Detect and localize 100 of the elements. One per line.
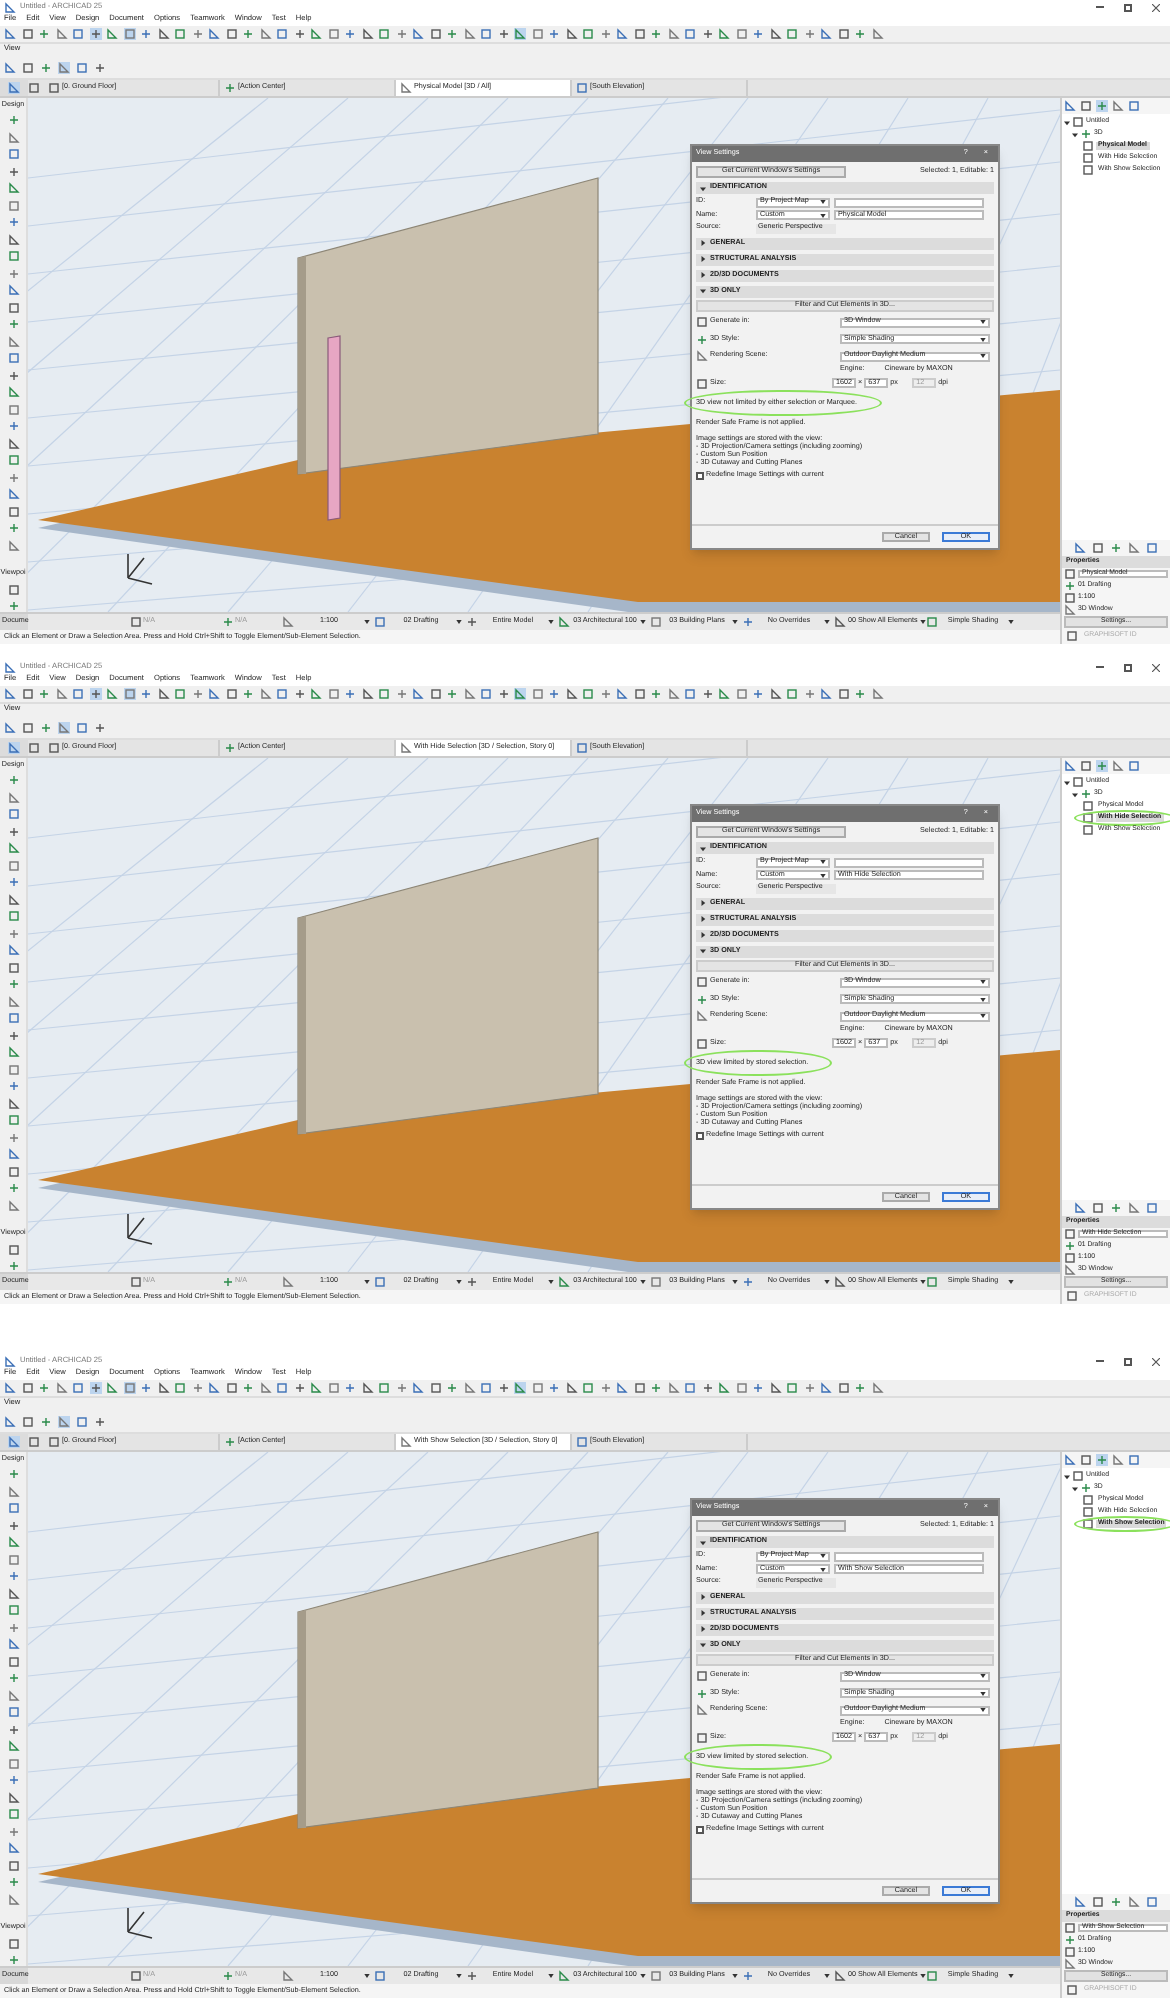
tool-icon[interactable] (531, 1382, 543, 1394)
tool-icon[interactable] (7, 1131, 19, 1144)
tool-icon[interactable] (191, 28, 203, 40)
option-icon[interactable] (834, 616, 846, 628)
tool-icon[interactable] (7, 369, 19, 382)
tool-icon[interactable] (7, 1243, 19, 1255)
tool-icon[interactable] (58, 721, 70, 733)
tool-icon[interactable] (40, 1415, 52, 1427)
tool-icon[interactable] (38, 1382, 50, 1394)
size-icon[interactable] (696, 1037, 708, 1050)
tool-icon[interactable] (7, 1774, 19, 1787)
tool-icon[interactable] (293, 1382, 305, 1394)
tool-icon[interactable] (293, 28, 305, 40)
tool-icon[interactable] (395, 688, 407, 700)
tool-icon[interactable] (446, 1382, 458, 1394)
tool-icon[interactable] (7, 583, 19, 595)
tool-icon[interactable] (7, 1182, 19, 1195)
size-icon[interactable] (696, 377, 708, 390)
option-icon[interactable] (558, 1276, 570, 1288)
tool-icon[interactable] (7, 471, 19, 484)
tool-icon[interactable] (76, 61, 88, 73)
id-input[interactable] (834, 857, 984, 867)
tool-icon[interactable] (7, 1893, 19, 1906)
view-icon[interactable] (400, 1436, 412, 1448)
tool-icon[interactable] (599, 688, 611, 700)
setting-icon[interactable] (696, 1670, 708, 1682)
tool-icon[interactable] (7, 927, 19, 940)
close-icon[interactable] (1152, 663, 1160, 671)
tool-icon[interactable] (752, 688, 764, 700)
tool-icon[interactable] (531, 688, 543, 700)
tool-icon[interactable] (395, 1382, 407, 1394)
tool-icon[interactable] (293, 688, 305, 700)
maximize-icon[interactable] (1124, 663, 1132, 671)
tool-icon[interactable] (89, 28, 101, 40)
tool-icon[interactable] (752, 28, 764, 40)
view-icon[interactable] (48, 742, 60, 754)
tool-icon[interactable] (38, 28, 50, 40)
view-icon[interactable] (400, 742, 412, 754)
view-icon[interactable] (576, 742, 588, 754)
id-input[interactable] (834, 1551, 984, 1561)
tool-icon[interactable] (548, 688, 560, 700)
tool-icon[interactable] (871, 688, 883, 700)
tool-icon[interactable] (344, 688, 356, 700)
tool-icon[interactable] (7, 1029, 19, 1042)
setting-icon[interactable] (696, 1687, 708, 1699)
chevron-down-icon[interactable] (700, 845, 706, 851)
tool-icon[interactable] (1110, 542, 1122, 554)
setting-icon[interactable] (696, 993, 708, 1005)
chevron-down-icon[interactable] (700, 1642, 706, 1648)
tool-icon[interactable] (7, 1937, 19, 1949)
tool-icon[interactable] (7, 1570, 19, 1583)
tool-icon[interactable] (7, 774, 19, 787)
tool-icon[interactable] (7, 216, 19, 229)
tool-icon[interactable] (7, 1260, 19, 1272)
chevron-right-icon[interactable] (700, 932, 706, 938)
chevron-right-icon[interactable] (700, 1610, 706, 1616)
tool-icon[interactable] (7, 1825, 19, 1838)
tool-icon[interactable] (344, 28, 356, 40)
tool-icon[interactable] (89, 688, 101, 700)
maximize-icon[interactable] (1124, 3, 1132, 11)
tool-icon[interactable] (7, 1723, 19, 1736)
tool-icon[interactable] (7, 1080, 19, 1093)
tool-icon[interactable] (7, 114, 19, 127)
tool-icon[interactable] (514, 1382, 526, 1394)
option-icon[interactable] (742, 1276, 754, 1288)
setting-icon[interactable] (696, 316, 708, 328)
option-icon[interactable] (282, 1970, 294, 1982)
tool-icon[interactable] (7, 267, 19, 280)
tool-icon[interactable] (701, 28, 713, 40)
tool-icon[interactable] (76, 721, 88, 733)
tool-icon[interactable] (514, 28, 526, 40)
tool-icon[interactable] (344, 1382, 356, 1394)
option-icon[interactable] (742, 1970, 754, 1982)
tool-icon[interactable] (242, 1382, 254, 1394)
close-icon[interactable] (1152, 1357, 1160, 1365)
tool-icon[interactable] (531, 28, 543, 40)
tool-icon[interactable] (1110, 1896, 1122, 1908)
chevron-right-icon[interactable] (700, 272, 706, 278)
tool-icon[interactable] (7, 420, 19, 433)
tool-icon[interactable] (7, 1519, 19, 1532)
chevron-down-icon[interactable] (700, 185, 706, 191)
tool-icon[interactable] (76, 1415, 88, 1427)
view-icon[interactable] (576, 82, 588, 94)
tool-icon[interactable] (38, 688, 50, 700)
tool-icon[interactable] (871, 1382, 883, 1394)
tool-icon[interactable] (701, 688, 713, 700)
checkbox[interactable] (696, 1826, 704, 1835)
tool-icon[interactable] (7, 1672, 19, 1685)
tool-icon[interactable] (140, 688, 152, 700)
view-icon[interactable] (576, 1436, 588, 1448)
option-icon[interactable] (558, 1970, 570, 1982)
tool-icon[interactable] (94, 1415, 106, 1427)
setting-icon[interactable] (696, 976, 708, 988)
app-icon[interactable] (4, 1355, 16, 1367)
tool-icon[interactable] (7, 600, 19, 612)
option-icon[interactable] (466, 1970, 478, 1982)
tool-icon[interactable] (140, 1382, 152, 1394)
app-icon[interactable] (4, 1, 16, 13)
tool-icon[interactable] (497, 1382, 509, 1394)
option-icon[interactable] (926, 1970, 938, 1982)
